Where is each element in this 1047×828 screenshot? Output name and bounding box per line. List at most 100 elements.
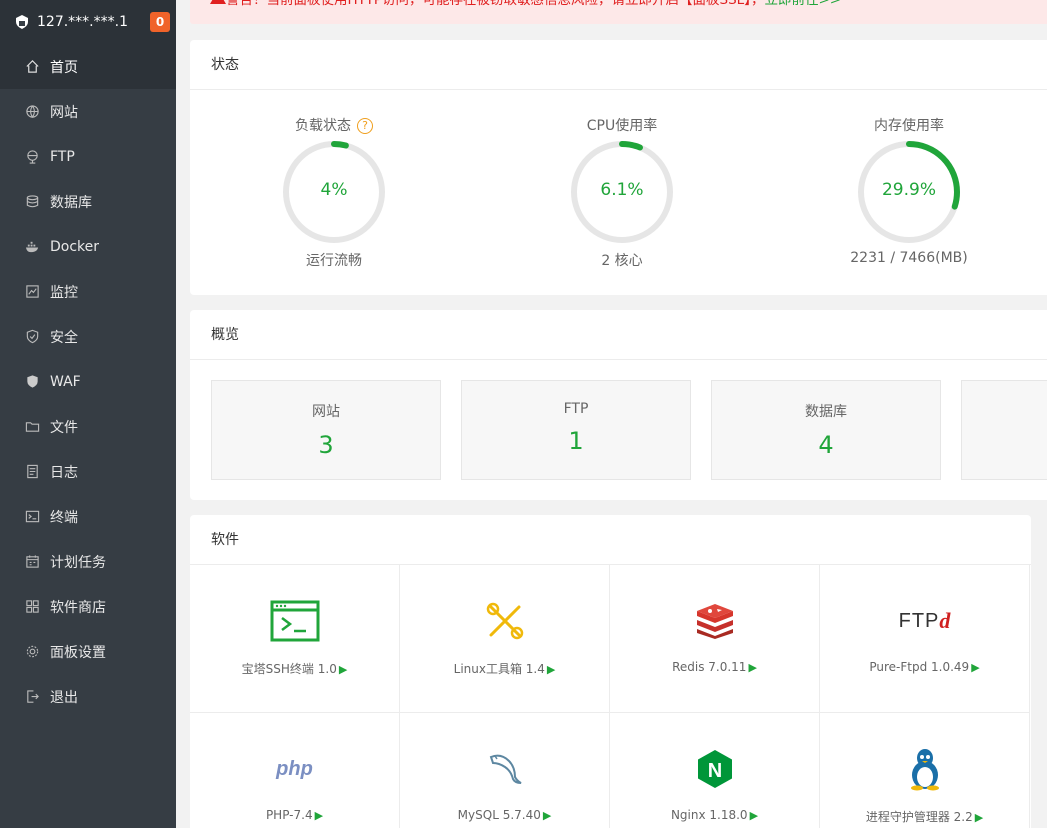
overview-item-partial[interactable] <box>961 380 1047 480</box>
play-icon[interactable]: ▶ <box>315 809 323 822</box>
sidebar-item-settings[interactable]: 面板设置 <box>0 629 176 674</box>
overview-value: 4 <box>818 431 834 459</box>
sidebar-item-cron[interactable]: 计划任务 <box>0 539 176 584</box>
sidebar-item-home[interactable]: 首页 <box>0 44 176 89</box>
sidebar-item-ftp[interactable]: FTP <box>0 134 176 179</box>
help-icon[interactable]: ? <box>357 118 373 134</box>
folder-icon <box>24 419 40 435</box>
overview-value: 3 <box>318 431 334 459</box>
status-card: 状态 负载状态? 4% 运行流畅 CPU使用率 6.1% 2 核心 内存使用率 <box>190 40 1047 295</box>
sidebar-item-label: 首页 <box>50 59 78 76</box>
server-ip: 127.***.***.1 <box>37 14 128 30</box>
gauge-value: 4% <box>320 180 348 200</box>
home-icon <box>24 59 40 75</box>
sidebar-item-monitor[interactable]: 监控 <box>0 269 176 314</box>
play-icon[interactable]: ▶ <box>975 811 983 824</box>
software-item-ssh[interactable]: 宝塔SSH终端 1.0 ▶ <box>190 565 400 713</box>
redis-icon <box>696 604 733 639</box>
nginx-icon: N <box>697 750 732 788</box>
overview-label: 网站 <box>312 404 340 420</box>
notification-badge[interactable]: 0 <box>150 12 170 32</box>
play-icon[interactable]: ▶ <box>547 663 555 676</box>
toolbox-icon <box>486 602 523 640</box>
sidebar-item-terminal[interactable]: 终端 <box>0 494 176 539</box>
sidebar-item-logs[interactable]: 日志 <box>0 449 176 494</box>
cpu-gauge[interactable]: CPU使用率 6.1% 2 核心 <box>522 90 722 280</box>
logout-icon <box>24 689 40 705</box>
software-item-php[interactable]: php PHP-7.4 ▶ <box>190 713 400 828</box>
nginx-logo-text: N <box>707 760 721 782</box>
play-icon[interactable]: ▶ <box>543 809 551 822</box>
software-item-redis[interactable]: Redis 7.0.11 ▶ <box>610 565 820 713</box>
sidebar: 127.***.***.1 0 首页 网站 FTP 数据库 Docker 监控 <box>0 0 176 828</box>
calendar-icon <box>24 554 40 570</box>
apps-icon <box>24 599 40 615</box>
software-name: Redis 7.0.11 <box>672 660 747 674</box>
sidebar-item-label: 计划任务 <box>50 554 106 571</box>
sidebar-menu: 首页 网站 FTP 数据库 Docker 监控 安全 WAF 文件 日志 终端 … <box>0 44 176 719</box>
gauge-value: 29.9% <box>881 180 936 200</box>
software-name: MySQL 5.7.40 <box>457 808 541 822</box>
main-content: 警告！当前面板使用HTTP访问，可能存在被窃取敏感信息风险，请立即开启【面板SS… <box>176 0 1047 828</box>
software-name: 进程守护管理器 2.2 <box>865 810 973 824</box>
sidebar-item-database[interactable]: 数据库 <box>0 179 176 224</box>
sidebar-item-label: 安全 <box>50 329 78 346</box>
globe-icon <box>24 104 40 120</box>
docker-icon <box>24 239 40 255</box>
overview-ftp[interactable]: FTP 1 <box>461 380 691 480</box>
mysql-icon <box>489 754 521 784</box>
database-icon <box>24 194 40 210</box>
software-name: Pure-Ftpd 1.0.49 <box>869 660 970 674</box>
software-item-supervisor[interactable]: 进程守护管理器 2.2 ▶ <box>820 713 1030 828</box>
play-icon[interactable]: ▶ <box>339 663 347 676</box>
software-item-mysql[interactable]: MySQL 5.7.40 ▶ <box>400 713 610 828</box>
ftpd-logo-text: FTP <box>898 609 940 632</box>
software-name: 宝塔SSH终端 1.0 <box>241 662 337 676</box>
software-card: 软件 宝塔SSH终端 1.0 ▶ Linux工具箱 1.4 ▶ Redis 7.0.… <box>190 515 1031 828</box>
sidebar-item-label: 文件 <box>50 419 78 436</box>
play-icon[interactable]: ▶ <box>971 661 979 674</box>
memory-gauge[interactable]: 内存使用率 29.9% 2231 / 7466(MB) <box>809 90 1009 280</box>
alert-text: 警告！当前面板使用HTTP访问，可能存在被窃取敏感信息风险，请立即开启【面板SS… <box>226 0 765 8</box>
sidebar-item-label: WAF <box>50 373 81 390</box>
ssh-terminal-icon <box>270 600 319 642</box>
sidebar-item-waf[interactable]: WAF <box>0 359 176 404</box>
software-item-nginx[interactable]: N Nginx 1.18.0 ▶ <box>610 713 820 828</box>
sidebar-header: 127.***.***.1 0 <box>0 0 176 44</box>
sidebar-item-logout[interactable]: 退出 <box>0 674 176 719</box>
gear-icon <box>24 644 40 660</box>
play-icon[interactable]: ▶ <box>748 661 756 674</box>
overview-value: 1 <box>568 427 584 455</box>
overview-label: FTP <box>563 401 589 417</box>
software-name: Linux工具箱 1.4 <box>453 662 545 676</box>
play-icon[interactable]: ▶ <box>750 809 758 822</box>
software-name: Nginx 1.18.0 <box>670 808 748 822</box>
sidebar-item-app-store[interactable]: 软件商店 <box>0 584 176 629</box>
status-title: 状态 <box>190 40 1047 90</box>
overview-websites[interactable]: 网站 3 <box>211 380 441 480</box>
gauge-value: 6.1% <box>600 180 644 200</box>
ftpd-icon: FTP d <box>820 599 1029 643</box>
sidebar-item-label: 数据库 <box>50 194 92 211</box>
waf-shield-icon <box>24 374 40 390</box>
gauge-subtitle: 运行流畅 <box>306 253 362 269</box>
sidebar-item-security[interactable]: 安全 <box>0 314 176 359</box>
gauge-title: 负载状态 <box>295 118 351 134</box>
overview-label: 数据库 <box>805 404 847 420</box>
gauge-subtitle: 2 核心 <box>601 253 643 269</box>
sidebar-item-label: 退出 <box>50 689 78 706</box>
overview-card: 概览 网站 3 FTP 1 数据库 4 <box>190 310 1047 500</box>
terminal-icon <box>24 509 40 525</box>
alert-link[interactable]: 立即前往>> <box>764 0 841 8</box>
sidebar-item-files[interactable]: 文件 <box>0 404 176 449</box>
software-item-linux-toolbox[interactable]: Linux工具箱 1.4 ▶ <box>400 565 610 713</box>
software-name: PHP-7.4 <box>265 808 313 822</box>
sidebar-item-label: Docker <box>50 238 100 255</box>
sidebar-item-docker[interactable]: Docker <box>0 224 176 269</box>
overview-database[interactable]: 数据库 4 <box>711 380 941 480</box>
software-item-pure-ftpd[interactable]: FTP d Pure-Ftpd 1.0.49 ▶ <box>820 565 1030 713</box>
sidebar-item-website[interactable]: 网站 <box>0 89 176 134</box>
overview-title: 概览 <box>190 310 1047 360</box>
warning-icon <box>210 0 226 4</box>
load-gauge[interactable]: 负载状态? 4% 运行流畅 <box>234 90 434 280</box>
